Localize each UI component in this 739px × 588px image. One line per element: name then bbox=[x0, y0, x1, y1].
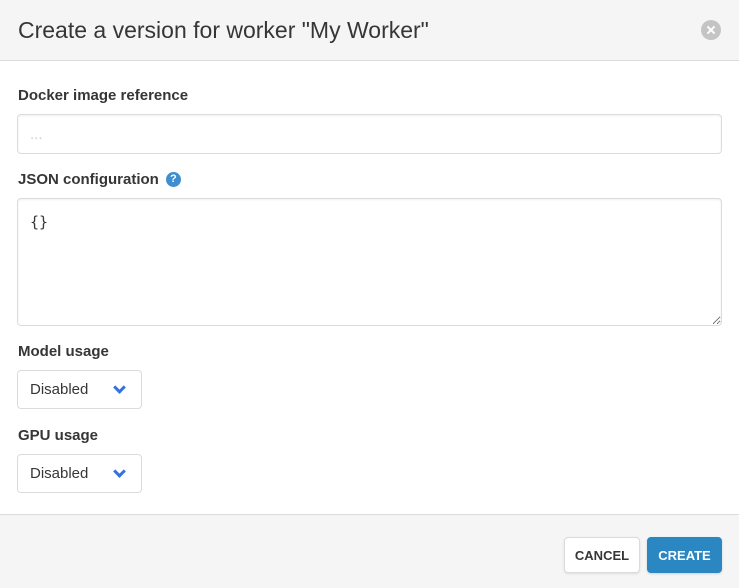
create-button[interactable]: CREATE bbox=[647, 537, 722, 573]
model-usage-field: Model usage bbox=[18, 341, 109, 361]
docker-image-input[interactable] bbox=[17, 114, 722, 154]
modal-header: Create a version for worker "My Worker" bbox=[0, 0, 739, 61]
json-config-field: JSON configuration ? bbox=[18, 169, 181, 189]
cancel-button[interactable]: CANCEL bbox=[564, 537, 640, 573]
model-usage-value: Disabled bbox=[30, 381, 89, 398]
chevron-down-icon bbox=[113, 381, 126, 394]
json-config-textarea[interactable] bbox=[17, 198, 722, 326]
modal-title: Create a version for worker "My Worker" bbox=[18, 16, 429, 43]
help-icon[interactable]: ? bbox=[165, 171, 181, 187]
gpu-usage-select[interactable]: Disabled bbox=[17, 454, 142, 493]
chevron-down-icon bbox=[113, 465, 126, 478]
docker-field: Docker image reference bbox=[18, 85, 188, 105]
create-version-modal: Create a version for worker "My Worker" … bbox=[0, 0, 739, 588]
gpu-usage-field: GPU usage bbox=[18, 425, 98, 445]
model-usage-label: Model usage bbox=[18, 342, 109, 360]
modal-footer: CANCEL CREATE bbox=[0, 514, 739, 588]
close-icon[interactable] bbox=[701, 20, 721, 40]
json-config-label: JSON configuration ? bbox=[18, 169, 181, 189]
json-config-label-text: JSON configuration bbox=[18, 170, 159, 188]
gpu-usage-label: GPU usage bbox=[18, 426, 99, 444]
gpu-usage-value: Disabled bbox=[30, 465, 89, 482]
docker-image-label: Docker image reference bbox=[18, 86, 189, 104]
model-usage-select[interactable]: Disabled bbox=[17, 370, 142, 409]
